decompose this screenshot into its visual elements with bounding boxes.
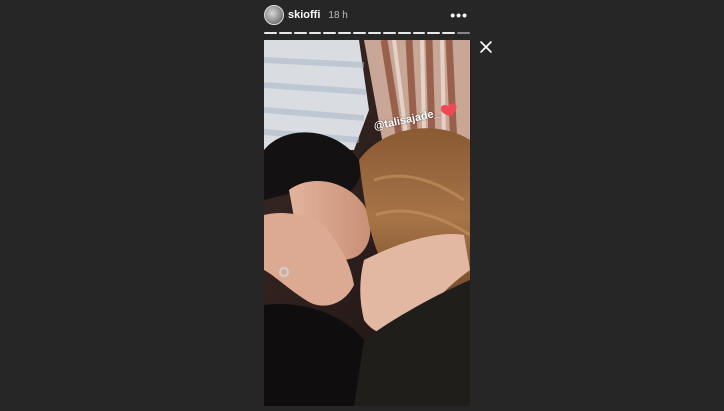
story-photo[interactable]: @talisajade_ xyxy=(264,40,470,406)
story-photo-art xyxy=(264,40,470,406)
progress-segment xyxy=(293,32,307,34)
story-progress-bar xyxy=(264,32,471,34)
progress-segment xyxy=(338,32,352,34)
story-header: skioffi 18 h ••• xyxy=(264,4,470,26)
avatar[interactable] xyxy=(264,5,284,25)
username[interactable]: skioffi xyxy=(288,9,320,21)
progress-segment xyxy=(278,32,292,34)
progress-segment xyxy=(382,32,396,34)
progress-segment xyxy=(264,32,277,34)
progress-segment xyxy=(308,32,322,34)
progress-segment xyxy=(457,32,471,34)
progress-segment xyxy=(427,32,441,34)
progress-segment xyxy=(368,32,381,34)
timestamp: 18 h xyxy=(328,9,348,21)
more-options-icon[interactable]: ••• xyxy=(448,8,470,22)
close-icon[interactable] xyxy=(478,39,494,55)
progress-segment xyxy=(412,32,426,34)
progress-segment xyxy=(397,32,411,34)
progress-segment xyxy=(323,32,337,34)
progress-segment xyxy=(353,32,367,34)
progress-segment xyxy=(442,32,456,34)
